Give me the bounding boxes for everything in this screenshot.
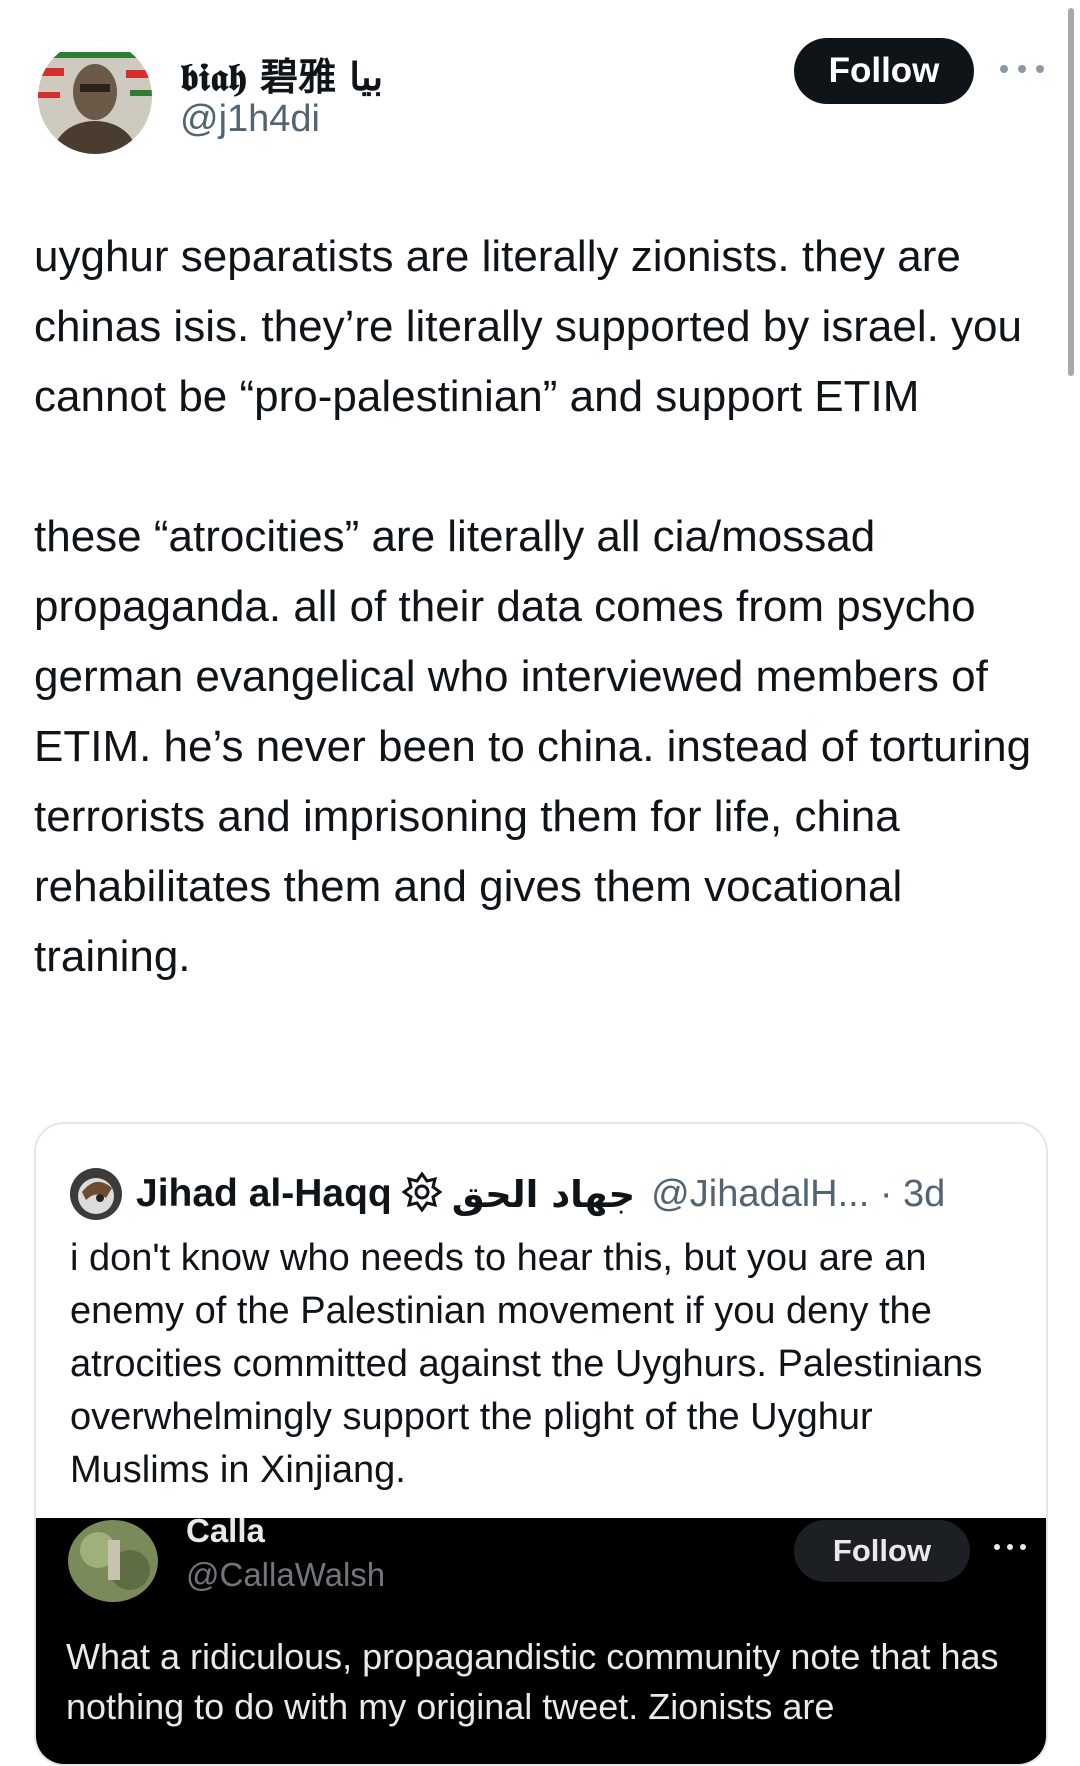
- author-avatar[interactable]: [38, 40, 152, 154]
- embedded-follow-button[interactable]: Follow: [794, 1520, 970, 1582]
- scrollbar[interactable]: [1068, 8, 1074, 376]
- embedded-more-options-icon[interactable]: [994, 1544, 1026, 1554]
- follow-button[interactable]: Follow: [794, 38, 974, 104]
- more-options-icon[interactable]: [1000, 56, 1044, 82]
- quoted-tweet-text: i don't know who needs to hear this, but…: [70, 1237, 983, 1491]
- tweet-text: uyghur separatists are literally zionist…: [34, 222, 1044, 992]
- embedded-author-avatar: [68, 1520, 158, 1602]
- avatar-photo-icon: [38, 40, 152, 154]
- embedded-tweet-text: What a ridiculous, propagandistic commun…: [66, 1636, 999, 1727]
- embedded-author-handle: @CallaWalsh: [186, 1556, 386, 1593]
- quoted-author-name-arabic: جهاد الحق: [451, 1172, 636, 1216]
- avatar-photo-icon: [68, 1520, 158, 1602]
- embedded-media[interactable]: Calla @CallaWalsh Follow What a ridiculo…: [36, 1512, 1046, 1764]
- avatar-photo-icon: [70, 1168, 122, 1220]
- author-display-name[interactable]: 𝖇𝖎𝖆𝖍 碧雅 بيا: [180, 46, 383, 101]
- author-handle[interactable]: @j1h4di: [180, 98, 320, 141]
- quoted-author-avatar: [70, 1168, 122, 1220]
- quoted-tweet-header: Jihad al-Haqq جهاد الحق @JihadalH... · 3…: [70, 1168, 945, 1220]
- tweet-paragraph: uyghur separatists are literally zionist…: [34, 232, 1023, 421]
- quoted-tweet-card[interactable]: Jihad al-Haqq جهاد الحق @JihadalH... · 3…: [34, 1122, 1048, 1766]
- tweet-paragraph: these “atrocities” are literally all cia…: [34, 512, 1032, 981]
- embedded-author-name: Calla: [186, 1512, 265, 1549]
- quoted-author-handle-time: @JihadalH... · 3d: [651, 1172, 946, 1215]
- star-badge-icon: [401, 1170, 443, 1217]
- quoted-author-name: Jihad al-Haqq: [136, 1172, 392, 1215]
